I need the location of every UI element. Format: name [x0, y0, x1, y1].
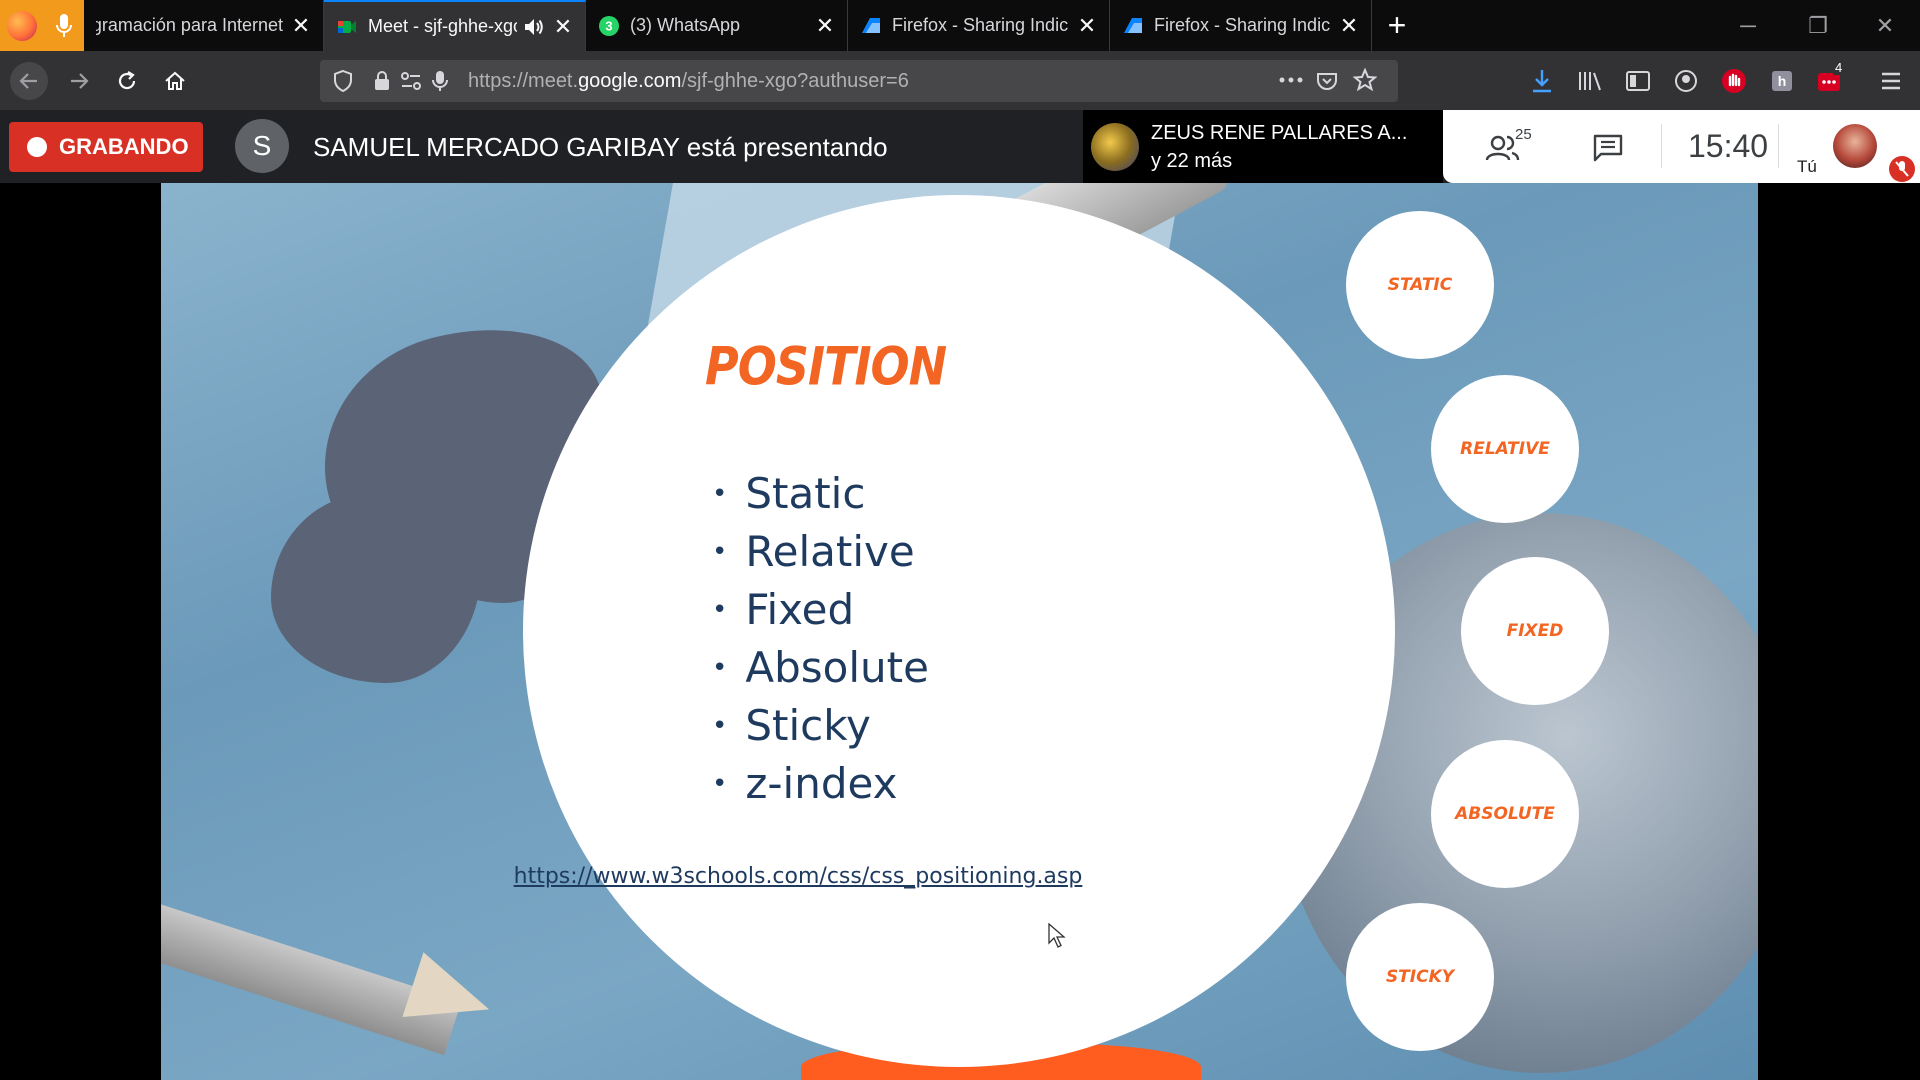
tab-title: (3) WhatsApp — [630, 15, 741, 35]
url-bar[interactable]: https://meet.google.com/sjf-ghhe-xgo?aut… — [320, 60, 1398, 102]
tab-close-icon[interactable]: ✕ — [815, 14, 835, 36]
url-path: /sjf-ghhe-xgo?authuser=6 — [681, 69, 909, 92]
microphone-sharing-icon[interactable] — [44, 0, 84, 51]
tab-close-icon[interactable]: ✕ — [553, 15, 573, 37]
new-tab-button[interactable]: + — [1372, 0, 1422, 51]
speaker-avatar — [1091, 123, 1139, 171]
url-prefix: https://meet. — [468, 69, 579, 92]
slide-bullet-list: Static Relative Fixed Absolute Sticky z-… — [712, 465, 929, 813]
permissions-icon[interactable] — [400, 71, 422, 96]
tab-whatsapp[interactable]: 3 (3) WhatsApp ✕ — [586, 0, 848, 51]
bullet-item: Static — [712, 465, 929, 523]
tab-close-icon[interactable]: ✕ — [291, 14, 311, 36]
sidebar-toggle-icon[interactable] — [1623, 66, 1653, 96]
home-button[interactable] — [156, 62, 194, 100]
self-label: Tú — [1797, 157, 1817, 176]
meet-header: GRABANDO S SAMUEL MERCADO GARIBAY está p… — [0, 110, 1920, 183]
tab-title: Firefox - Sharing Indicator - C — [892, 15, 1069, 35]
firefox-sharing-icon — [1122, 15, 1144, 37]
whatsapp-icon: 3 — [598, 15, 620, 37]
library-icon[interactable] — [1575, 66, 1605, 96]
microphone-permission-icon[interactable] — [432, 69, 448, 98]
tab-programacion[interactable]: Programación para Internet ✕ — [84, 0, 324, 51]
recording-label: GRABANDO — [59, 134, 189, 159]
slide-main-circle — [523, 195, 1395, 1067]
speaker-name: ZEUS RENE PALLARES A... — [1151, 122, 1408, 144]
microphone-muted-icon — [1889, 156, 1915, 182]
pocket-icon[interactable] — [1315, 69, 1339, 98]
forward-button[interactable] — [60, 62, 98, 100]
participant-count: 25 — [1515, 126, 1532, 143]
side-circle-absolute: ABSOLUTE — [1431, 740, 1579, 888]
bullet-item: Absolute — [712, 639, 929, 697]
bullet-item: z-index — [712, 755, 929, 813]
extension-menu-icon[interactable]: 4 — [1815, 60, 1845, 96]
tab-title: Programación para Internet — [96, 15, 283, 35]
slide-title: POSITION — [705, 334, 947, 398]
back-button[interactable] — [10, 62, 48, 100]
svg-text:h: h — [1778, 73, 1787, 89]
tab-title: Firefox - Sharing Indicator - C — [1154, 15, 1331, 35]
tab-title: Meet - sjf-ghhe-xgo — [368, 16, 517, 36]
separator — [1661, 124, 1662, 168]
lock-icon[interactable] — [372, 69, 392, 98]
url-domain: google.com — [578, 69, 682, 92]
tab-meet[interactable]: Meet - sjf-ghhe-xgo ✕ — [324, 0, 586, 51]
account-icon[interactable] — [1671, 66, 1701, 96]
tracking-protection-shield-icon[interactable] — [332, 69, 354, 98]
svg-text:3: 3 — [605, 18, 612, 33]
chat-button[interactable] — [1585, 128, 1631, 168]
side-circle-sticky: STICKY — [1346, 903, 1494, 1051]
restore-window-icon[interactable]: ❐ — [1783, 0, 1853, 51]
firefox-logo-icon[interactable] — [0, 0, 44, 51]
bookmark-star-icon[interactable] — [1352, 67, 1378, 97]
downloads-icon[interactable] — [1527, 66, 1557, 96]
close-window-icon[interactable]: ✕ — [1850, 0, 1920, 51]
block-extension-hand-icon[interactable] — [1719, 66, 1749, 96]
presenter-status: SAMUEL MERCADO GARIBAY está presentando — [313, 132, 888, 162]
extension-badge: 4 — [1833, 60, 1845, 75]
tab-firefox-sharing-1[interactable]: Firefox - Sharing Indicator - C ✕ — [848, 0, 1110, 51]
url-text[interactable]: https://meet.google.com/sjf-ghhe-xgo?aut… — [468, 70, 909, 93]
active-speaker-tile[interactable]: ZEUS RENE PALLARES A... y 22 más — [1083, 110, 1443, 183]
navigation-toolbar: https://meet.google.com/sjf-ghhe-xgo?aut… — [0, 51, 1920, 110]
separator — [1778, 124, 1779, 168]
tab-close-icon[interactable]: ✕ — [1339, 14, 1359, 36]
meet-controls: 25 15:40 Tú — [1443, 110, 1920, 183]
record-dot-icon — [27, 137, 47, 157]
tab-strip: Programación para Internet ✕ Meet - sjf-… — [0, 0, 1920, 51]
recording-indicator[interactable]: GRABANDO — [9, 122, 203, 172]
self-avatar[interactable] — [1833, 124, 1877, 168]
bullet-item: Fixed — [712, 581, 929, 639]
extension-h-icon[interactable]: h — [1767, 66, 1797, 96]
tab-firefox-sharing-2[interactable]: Firefox - Sharing Indicator - C ✕ — [1110, 0, 1372, 51]
side-circle-static: STATIC — [1346, 211, 1494, 359]
bullet-item: Relative — [712, 523, 929, 581]
speaker-more-count: y 22 más — [1151, 150, 1233, 172]
google-meet-icon — [336, 16, 358, 38]
clock: 15:40 — [1688, 128, 1769, 164]
presenter-avatar: S — [235, 119, 289, 173]
page-actions-menu-icon[interactable] — [1278, 70, 1304, 95]
presentation-stage: POSITION Static Relative Fixed Absolute … — [0, 183, 1920, 1080]
tab-close-icon[interactable]: ✕ — [1077, 14, 1097, 36]
side-circle-fixed: FIXED — [1461, 557, 1609, 705]
speaker-playing-icon[interactable] — [523, 17, 545, 37]
side-circle-relative: RELATIVE — [1431, 375, 1579, 523]
bullet-item: Sticky — [712, 697, 929, 755]
minimize-window-icon[interactable]: ─ — [1713, 0, 1783, 51]
reload-button[interactable] — [108, 62, 146, 100]
slide-link[interactable]: https://www.w3schools.com/css/css_positi… — [513, 864, 1083, 889]
hamburger-menu-icon[interactable] — [1876, 66, 1906, 96]
firefox-sharing-icon — [860, 15, 882, 37]
